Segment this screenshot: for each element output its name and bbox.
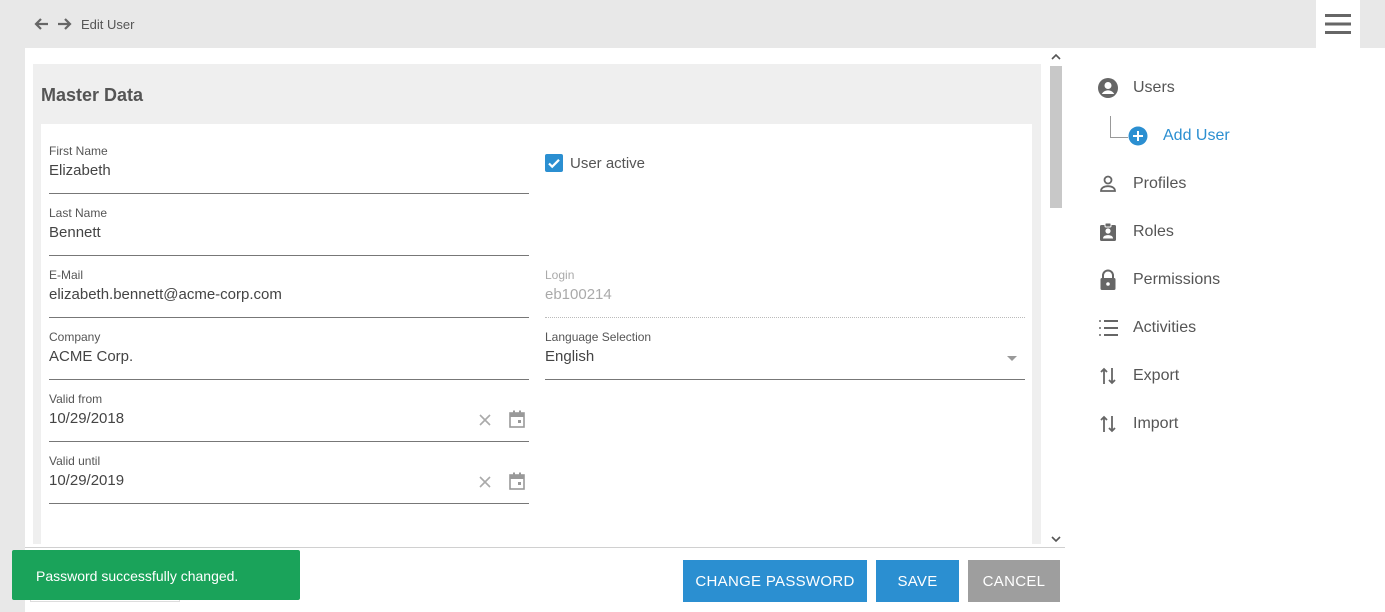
last-name-value[interactable]: Bennett	[49, 224, 101, 241]
email-label: E-Mail	[49, 268, 84, 282]
sidebar-item-label: Export	[1133, 367, 1180, 384]
first-name-label: First Name	[49, 144, 108, 158]
main-content: Master Data First Name Elizabeth User ac…	[25, 48, 1065, 548]
company-label: Company	[49, 330, 101, 344]
scrollbar-thumb[interactable]	[1050, 66, 1062, 208]
scroll-down-icon[interactable]	[1048, 532, 1064, 546]
first-name-field[interactable]: First Name Elizabeth	[49, 144, 529, 194]
user-active-label[interactable]: User active	[570, 155, 645, 172]
calendar-icon[interactable]	[509, 410, 525, 428]
language-label: Language Selection	[545, 330, 652, 344]
sidebar-item-label: Permissions	[1133, 271, 1221, 288]
form-card: First Name Elizabeth User active Last Na…	[41, 124, 1032, 544]
scroll-up-icon[interactable]	[1048, 50, 1064, 64]
scrollbar[interactable]	[1048, 50, 1064, 546]
sidebar: Users Add User Profiles Roles Permission…	[1065, 48, 1385, 612]
first-name-value[interactable]: Elizabeth	[49, 162, 111, 179]
valid-from-label: Valid from	[49, 392, 103, 406]
sidebar-item-label: Activities	[1133, 319, 1197, 336]
sidebar-item-import[interactable]: Import	[1097, 412, 1178, 436]
swap-vertical-icon	[1097, 365, 1119, 387]
sidebar-item-label: Add User	[1163, 127, 1230, 144]
checkmark-icon	[548, 159, 560, 169]
menu-button[interactable]	[1316, 0, 1360, 48]
arrow-left-icon[interactable]	[33, 15, 51, 33]
login-field: Login eb100214	[545, 268, 1025, 318]
user-active-checkbox[interactable]	[545, 154, 563, 172]
plus-circle-icon	[1127, 125, 1149, 147]
valid-from-field[interactable]: Valid from 10/29/2018	[49, 392, 529, 442]
email-value[interactable]: elizabeth.bennett@acme-corp.com	[49, 286, 282, 303]
sidebar-item-activities[interactable]: Activities	[1097, 316, 1196, 340]
toast-notification[interactable]: Password successfully changed.	[12, 550, 300, 600]
company-field[interactable]: Company ACME Corp.	[49, 330, 529, 380]
valid-until-label: Valid until	[49, 454, 101, 468]
top-bar: Edit User	[0, 0, 1385, 48]
last-name-label: Last Name	[49, 206, 108, 220]
clear-icon[interactable]	[477, 474, 493, 490]
valid-from-value[interactable]: 10/29/2018	[49, 410, 124, 427]
section-title: Master Data	[41, 85, 144, 105]
valid-until-field[interactable]: Valid until 10/29/2019	[49, 454, 529, 504]
sidebar-item-roles[interactable]: Roles	[1097, 220, 1174, 244]
tree-connector	[1110, 116, 1128, 138]
sidebar-item-add-user[interactable]: Add User	[1127, 124, 1230, 148]
swap-vertical-icon	[1097, 413, 1119, 435]
email-field[interactable]: E-Mail elizabeth.bennett@acme-corp.com	[49, 268, 529, 318]
badge-icon	[1097, 221, 1119, 243]
cancel-button[interactable]: CANCEL	[968, 560, 1060, 602]
last-name-field[interactable]: Last Name Bennett	[49, 206, 529, 256]
valid-until-value[interactable]: 10/29/2019	[49, 472, 124, 489]
sidebar-item-export[interactable]: Export	[1097, 364, 1179, 388]
master-data-section: Master Data First Name Elizabeth User ac…	[33, 64, 1041, 544]
breadcrumb: Edit User	[81, 17, 135, 32]
lock-icon	[1097, 269, 1119, 291]
calendar-icon[interactable]	[509, 472, 525, 490]
list-icon	[1097, 317, 1119, 339]
language-value[interactable]: English	[545, 348, 594, 365]
sidebar-item-users[interactable]: Users	[1097, 76, 1175, 100]
company-value[interactable]: ACME Corp.	[49, 348, 133, 365]
language-select[interactable]: Language Selection English	[545, 330, 1025, 380]
sidebar-item-label: Roles	[1133, 223, 1174, 240]
dropdown-caret-icon[interactable]	[1007, 356, 1017, 361]
person-icon	[1097, 173, 1119, 195]
hamburger-icon	[1325, 14, 1351, 34]
arrow-right-icon[interactable]	[55, 15, 73, 33]
clear-icon[interactable]	[477, 412, 493, 428]
login-value: eb100214	[545, 286, 612, 303]
user-circle-icon	[1097, 77, 1119, 99]
sidebar-item-permissions[interactable]: Permissions	[1097, 268, 1220, 292]
sidebar-item-label: Profiles	[1133, 175, 1187, 192]
change-password-button[interactable]: CHANGE PASSWORD	[683, 560, 867, 602]
login-label: Login	[545, 268, 575, 282]
sidebar-item-label: Import	[1133, 415, 1179, 432]
left-gutter	[0, 48, 25, 612]
save-button[interactable]: SAVE	[876, 560, 959, 602]
sidebar-item-profiles[interactable]: Profiles	[1097, 172, 1186, 196]
sidebar-item-label: Users	[1133, 79, 1175, 96]
